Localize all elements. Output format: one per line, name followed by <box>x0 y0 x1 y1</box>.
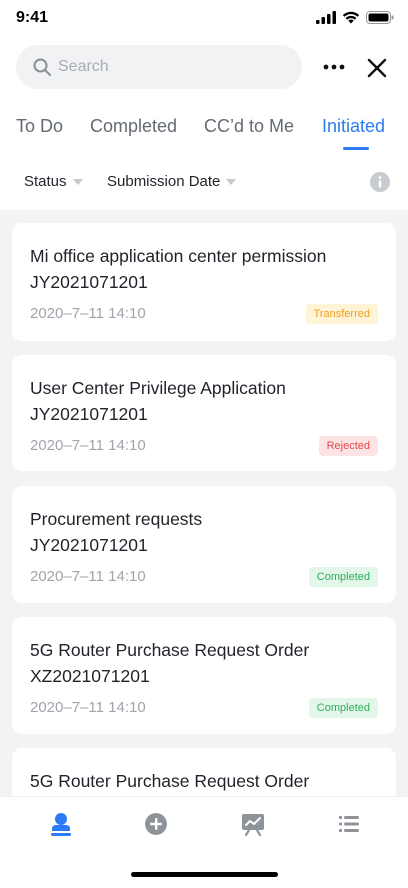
status-badge: Completed <box>308 698 378 718</box>
request-card[interactable]: Procurement requests JY2021071201 2020–7… <box>12 486 396 603</box>
tab-bar: To Do Completed CC’d to Me Initiated <box>0 108 408 152</box>
status-icons <box>316 11 394 24</box>
tab-to-do[interactable]: To Do <box>16 116 63 137</box>
request-code: JY2021071201 <box>30 535 148 555</box>
request-card[interactable]: User Center Privilege Application JY2021… <box>12 355 396 471</box>
request-code: JY2021071201 <box>30 404 148 424</box>
request-title: Procurement requests <box>30 509 203 529</box>
tab-initiated[interactable]: Initiated <box>322 116 385 137</box>
request-title-block: Procurement requests JY2021071201 <box>30 506 202 558</box>
close-button[interactable] <box>362 53 392 83</box>
status-filter[interactable]: Status <box>24 173 83 190</box>
active-tab-indicator <box>343 147 369 150</box>
status-filter-label: Status <box>24 173 67 190</box>
tab-completed[interactable]: Completed <box>90 116 177 137</box>
caret-down-icon <box>72 178 83 185</box>
request-title-block: 5G Router Purchase Request Order <box>30 768 309 794</box>
submission-date-filter[interactable]: Submission Date <box>107 173 237 190</box>
filter-bar: Status Submission Date <box>0 164 408 200</box>
request-title: User Center Privilege Application <box>30 378 286 398</box>
wifi-icon <box>342 11 360 24</box>
search-icon <box>33 58 51 76</box>
request-card[interactable]: Mi office application center permission … <box>12 223 396 341</box>
request-title: 5G Router Purchase Request Order <box>30 640 310 660</box>
request-card[interactable]: 5G Router Purchase Request Order XZ20210… <box>12 617 396 734</box>
request-date: 2020–7–11 14:10 <box>30 305 146 322</box>
request-code: XZ2021071201 <box>30 666 150 686</box>
request-date: 2020–7–11 14:10 <box>30 699 146 716</box>
chart-board-icon[interactable] <box>240 811 266 837</box>
list-icon[interactable] <box>336 811 362 837</box>
request-title-block: 5G Router Purchase Request Order XZ20210… <box>30 637 309 689</box>
search-box[interactable] <box>16 45 302 89</box>
status-badge: Completed <box>308 567 378 587</box>
request-code: JY2021071201 <box>30 272 148 292</box>
more-icon <box>323 64 345 70</box>
caret-down-icon <box>226 178 237 185</box>
request-title-block: Mi office application center permission … <box>30 243 326 295</box>
request-title: 5G Router Purchase Request Order <box>30 771 310 791</box>
submission-date-filter-label: Submission Date <box>107 173 221 190</box>
search-input[interactable] <box>58 58 278 76</box>
request-title-block: User Center Privilege Application JY2021… <box>30 375 286 427</box>
request-title: Mi office application center permission <box>30 246 327 266</box>
battery-icon <box>366 11 394 24</box>
more-button[interactable] <box>318 55 350 79</box>
status-badge: Transferred <box>305 304 378 324</box>
info-icon[interactable] <box>370 172 390 192</box>
close-icon <box>367 58 387 78</box>
tab-ccd-to-me[interactable]: CC’d to Me <box>204 116 294 137</box>
status-bar: 9:41 <box>0 0 408 38</box>
request-date: 2020–7–11 14:10 <box>30 437 146 454</box>
home-indicator <box>131 872 278 877</box>
cellular-signal-icon <box>316 11 336 24</box>
status-time: 9:41 <box>16 9 49 26</box>
add-circle-icon[interactable] <box>143 811 169 837</box>
user-stamp-icon[interactable] <box>48 811 74 837</box>
request-date: 2020–7–11 14:10 <box>30 568 146 585</box>
status-badge: Rejected <box>318 436 378 456</box>
